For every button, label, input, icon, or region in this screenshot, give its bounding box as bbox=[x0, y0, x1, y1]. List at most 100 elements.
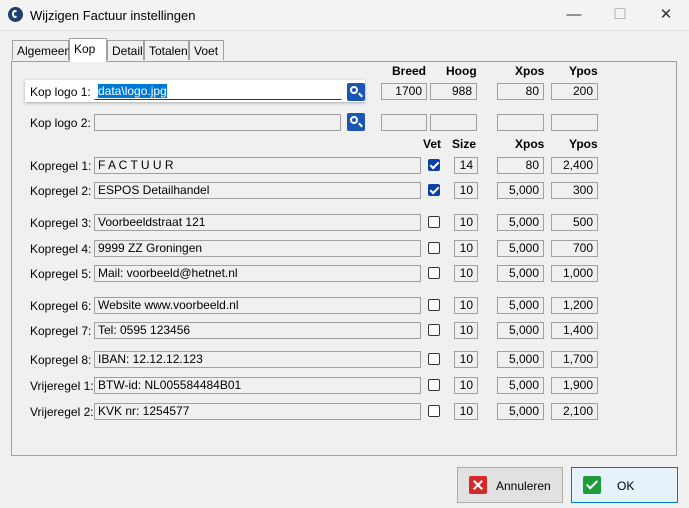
line-4-text-input[interactable]: 9999 ZZ Groningen bbox=[94, 240, 421, 257]
logo-2-breed-input[interactable] bbox=[381, 114, 427, 131]
line-8-ypos-input[interactable]: 1,700 bbox=[551, 351, 598, 368]
line-10-size-input[interactable]: 10 bbox=[454, 403, 478, 420]
line-6-xpos-input[interactable]: 5,000 bbox=[497, 297, 544, 314]
tab-algemeen[interactable]: Algemeen bbox=[12, 40, 71, 60]
line-1-size-input[interactable]: 14 bbox=[454, 157, 478, 174]
line-2-label: Kopregel 2: bbox=[30, 184, 92, 198]
line-3-xpos-input[interactable]: 5,000 bbox=[497, 214, 544, 231]
cancel-button-label: Annuleren bbox=[496, 479, 551, 493]
minimize-button[interactable]: — bbox=[551, 0, 597, 30]
line-4-ypos-input[interactable]: 700 bbox=[551, 240, 598, 257]
line-4-size-input[interactable]: 10 bbox=[454, 240, 478, 257]
line-10-ypos-input[interactable]: 2,100 bbox=[551, 403, 598, 420]
line-6-ypos-input[interactable]: 1,200 bbox=[551, 297, 598, 314]
line-3-text-input[interactable]: Voorbeeldstraat 121 bbox=[94, 214, 421, 231]
line-9-bold-checkbox[interactable] bbox=[428, 379, 440, 391]
line-1-label: Kopregel 1: bbox=[30, 159, 92, 173]
line-6-size-input[interactable]: 10 bbox=[454, 297, 478, 314]
line-7-xpos-input[interactable]: 5,000 bbox=[497, 322, 544, 339]
maximize-button[interactable]: ☐ bbox=[597, 0, 643, 30]
line-7-text-input[interactable]: Tel: 0595 123456 bbox=[94, 322, 421, 339]
line-9-ypos-input[interactable]: 1,900 bbox=[551, 377, 598, 394]
line-6-bold-checkbox[interactable] bbox=[428, 299, 440, 311]
logo-1-path-input[interactable]: data\logo.jpg bbox=[94, 83, 342, 100]
logo-2-label: Kop logo 2: bbox=[30, 116, 91, 130]
window-title: Wijzigen Factuur instellingen bbox=[30, 8, 196, 23]
logo-1-ypos-input[interactable]: 200 bbox=[551, 83, 598, 100]
line-9-label: Vrijeregel 1: bbox=[30, 379, 94, 393]
header-breed: Breed bbox=[392, 64, 427, 78]
line-4-label: Kopregel 4: bbox=[30, 242, 92, 256]
ok-button-label: OK bbox=[617, 479, 635, 493]
line-7-bold-checkbox[interactable] bbox=[428, 324, 440, 336]
line-4-xpos-input[interactable]: 5,000 bbox=[497, 240, 544, 257]
logo-1-search-icon[interactable] bbox=[347, 83, 365, 101]
line-8-xpos-input[interactable]: 5,000 bbox=[497, 351, 544, 368]
line-2-text-input[interactable]: ESPOS Detailhandel bbox=[94, 182, 421, 199]
line-3-ypos-input[interactable]: 500 bbox=[551, 214, 598, 231]
header-ypos-lines: Ypos bbox=[569, 137, 598, 151]
line-5-size-input[interactable]: 10 bbox=[454, 265, 478, 282]
close-button[interactable]: ✕ bbox=[643, 0, 689, 30]
logo-2-path-input[interactable] bbox=[94, 114, 341, 131]
logo-2-xpos-input[interactable] bbox=[497, 114, 544, 131]
header-ypos: Ypos bbox=[569, 64, 598, 78]
logo-1-label: Kop logo 1: bbox=[30, 85, 91, 99]
header-xpos: Xpos bbox=[515, 64, 545, 78]
tab-totalen[interactable]: Totalen bbox=[144, 40, 189, 60]
line-1-bold-checkbox[interactable] bbox=[428, 159, 440, 171]
line-10-text-input[interactable]: KVK nr: 1254577 bbox=[94, 403, 421, 420]
line-2-bold-checkbox[interactable] bbox=[428, 184, 440, 196]
line-4-bold-checkbox[interactable] bbox=[428, 242, 440, 254]
line-8-size-input[interactable]: 10 bbox=[454, 351, 478, 368]
line-10-label: Vrijeregel 2: bbox=[30, 405, 94, 419]
line-5-ypos-input[interactable]: 1,000 bbox=[551, 265, 598, 282]
line-9-text-input[interactable]: BTW-id: NL005584484B01 bbox=[94, 377, 421, 394]
logo-2-ypos-input[interactable] bbox=[551, 114, 598, 131]
title-bar: Wijzigen Factuur instellingen — ☐ ✕ bbox=[0, 0, 689, 31]
line-3-size-input[interactable]: 10 bbox=[454, 214, 478, 231]
line-1-xpos-input[interactable]: 80 bbox=[497, 157, 544, 174]
line-2-size-input[interactable]: 10 bbox=[454, 182, 478, 199]
logo-1-path-text: data\logo.jpg bbox=[98, 84, 167, 98]
line-8-text-input[interactable]: IBAN: 12.12.12.123 bbox=[94, 351, 421, 368]
header-hoog: Hoog bbox=[446, 64, 477, 78]
line-3-label: Kopregel 3: bbox=[30, 216, 92, 230]
line-5-xpos-input[interactable]: 5,000 bbox=[497, 265, 544, 282]
line-5-bold-checkbox[interactable] bbox=[428, 267, 440, 279]
header-size: Size bbox=[452, 137, 477, 151]
ok-check-icon bbox=[583, 476, 601, 494]
tab-kop[interactable]: Kop bbox=[69, 38, 107, 62]
line-8-label: Kopregel 8: bbox=[30, 353, 92, 367]
ok-button[interactable]: OK bbox=[571, 467, 678, 503]
app-icon bbox=[8, 7, 23, 22]
cancel-x-icon bbox=[469, 476, 487, 494]
logo-1-xpos-input[interactable]: 80 bbox=[497, 83, 544, 100]
logo-2-hoog-input[interactable] bbox=[430, 114, 477, 131]
line-1-text-input[interactable]: F A C T U U R bbox=[94, 157, 421, 174]
line-6-label: Kopregel 6: bbox=[30, 299, 92, 313]
line-5-text-input[interactable]: Mail: voorbeeld@hetnet.nl bbox=[94, 265, 421, 282]
line-5-label: Kopregel 5: bbox=[30, 267, 92, 281]
tab-detail[interactable]: Detail bbox=[107, 40, 144, 60]
line-6-text-input[interactable]: Website www.voorbeeld.nl bbox=[94, 297, 421, 314]
line-10-xpos-input[interactable]: 5,000 bbox=[497, 403, 544, 420]
line-8-bold-checkbox[interactable] bbox=[428, 353, 440, 365]
line-2-ypos-input[interactable]: 300 bbox=[551, 182, 598, 199]
logo-1-hoog-input[interactable]: 988 bbox=[430, 83, 477, 100]
logo-2-search-icon[interactable] bbox=[347, 113, 365, 131]
line-1-ypos-input[interactable]: 2,400 bbox=[551, 157, 598, 174]
line-2-xpos-input[interactable]: 5,000 bbox=[497, 182, 544, 199]
line-10-bold-checkbox[interactable] bbox=[428, 405, 440, 417]
header-vet: Vet bbox=[423, 137, 442, 151]
line-3-bold-checkbox[interactable] bbox=[428, 216, 440, 228]
line-7-label: Kopregel 7: bbox=[30, 324, 92, 338]
line-7-size-input[interactable]: 10 bbox=[454, 322, 478, 339]
line-9-xpos-input[interactable]: 5,000 bbox=[497, 377, 544, 394]
cancel-button[interactable]: Annuleren bbox=[457, 467, 563, 503]
logo-1-breed-input[interactable]: 1700 bbox=[381, 83, 427, 100]
tab-voet[interactable]: Voet bbox=[189, 40, 224, 60]
header-xpos-lines: Xpos bbox=[515, 137, 545, 151]
line-7-ypos-input[interactable]: 1,400 bbox=[551, 322, 598, 339]
line-9-size-input[interactable]: 10 bbox=[454, 377, 478, 394]
